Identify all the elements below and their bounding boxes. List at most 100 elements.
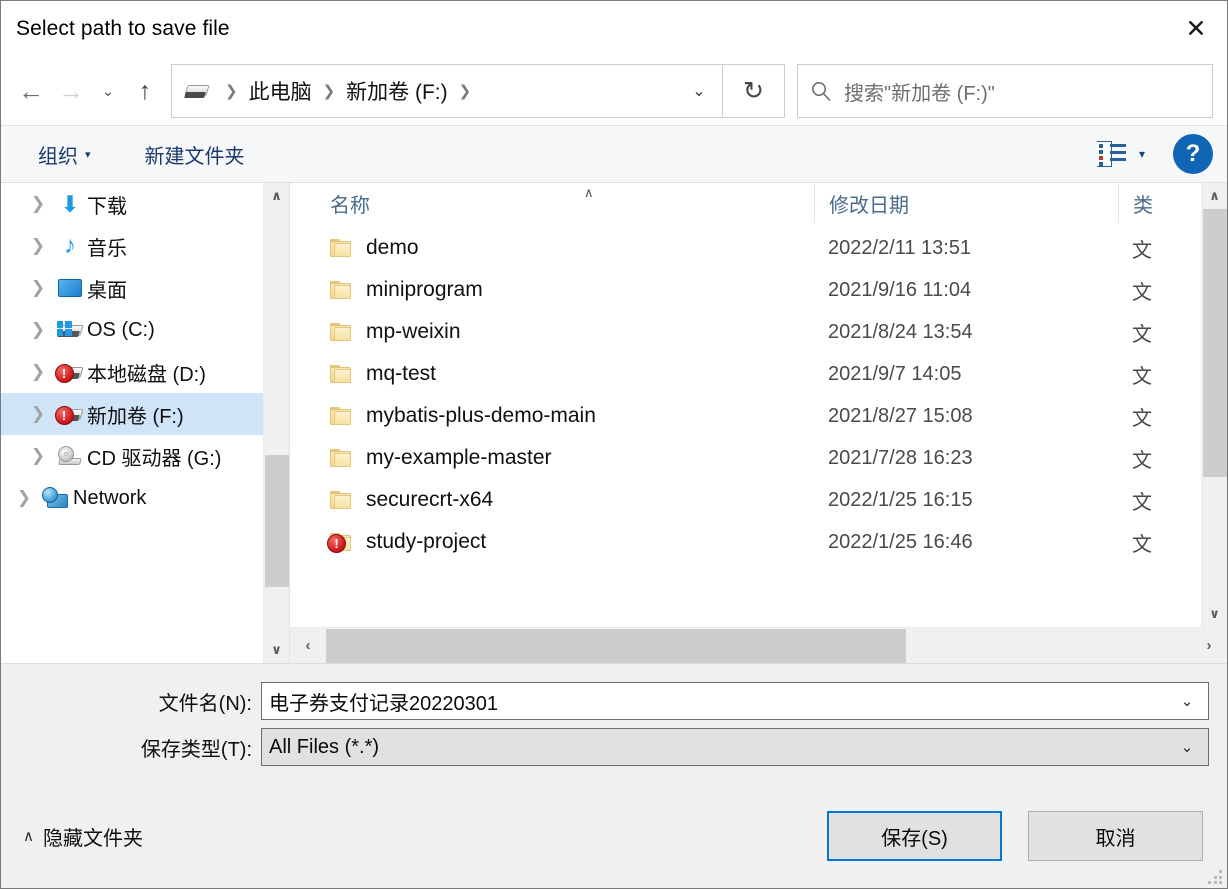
sidebar-scroll-thumb[interactable] (265, 455, 289, 587)
organize-button[interactable]: 组织 ▾ (29, 135, 100, 174)
scroll-left-button[interactable]: ‹ (290, 637, 326, 654)
breadcrumb-separator-2[interactable]: ❯ (450, 82, 481, 100)
folder-icon (330, 280, 352, 300)
table-row[interactable]: demo 2022/2/11 13:51 文 (290, 227, 1227, 269)
hide-folders-toggle[interactable]: ∧ 隐藏文件夹 (19, 817, 147, 856)
navigation-pane: ❯ ⬇ 下载 ❯ ♪ 音乐 ❯ 桌面 ❯ OS (C:) ❯ ! 本地磁盘 (D… (1, 183, 289, 663)
chevron-right-icon[interactable]: ❯ (23, 278, 53, 298)
filetype-select[interactable]: All Files (*.*) ⌄ (261, 728, 1209, 766)
chevron-right-icon[interactable]: ❯ (23, 236, 53, 256)
cancel-button[interactable]: 取消 (1028, 811, 1203, 861)
chevron-right-icon[interactable]: ❯ (23, 194, 53, 214)
chevron-left-icon: ‹ (305, 637, 311, 654)
chevron-down-icon: ∨ (1209, 606, 1220, 621)
sidebar-scrollbar[interactable]: ∧ ∨ (263, 183, 289, 663)
resize-grip[interactable] (1207, 869, 1222, 884)
help-button[interactable]: ? (1173, 134, 1213, 174)
folder-icon (330, 364, 352, 384)
file-scroll-track[interactable] (1202, 209, 1227, 601)
table-row[interactable]: mq-test 2021/9/7 14:05 文 (290, 353, 1227, 395)
sidebar-item-os-c[interactable]: ❯ OS (C:) (1, 309, 289, 351)
folder-warning-icon (327, 532, 352, 553)
scroll-down-button[interactable]: ∨ (1202, 601, 1227, 627)
column-header-name[interactable]: 名称 (290, 183, 814, 223)
table-row[interactable]: securecrt-x64 2022/1/25 16:15 文 (290, 479, 1227, 521)
close-button[interactable]: ✕ (1165, 1, 1227, 57)
chevron-down-icon: ∨ (271, 642, 282, 657)
back-button[interactable]: ← (11, 69, 51, 113)
refresh-button[interactable]: ↻ (723, 64, 785, 118)
windows-drive-icon (53, 317, 87, 343)
filetype-dropdown-button[interactable]: ⌄ (1166, 738, 1208, 756)
breadcrumb-item-0[interactable]: 此电脑 (247, 73, 314, 109)
forward-button[interactable]: → (51, 69, 91, 113)
sidebar-item-local-disk-d[interactable]: ❯ 本地磁盘 (D:) (1, 351, 289, 393)
scroll-down-button[interactable]: ∨ (264, 637, 289, 663)
save-button[interactable]: 保存(S) (827, 811, 1002, 861)
recent-locations-button[interactable]: ⌄ (91, 69, 125, 113)
chevron-up-icon: ∧ (1209, 188, 1220, 203)
change-view-button[interactable]: ▾ (1091, 137, 1151, 171)
filename-row: 文件名(N): 电子券支付记录20220301 ⌄ (19, 682, 1209, 720)
sidebar-item-downloads[interactable]: ❯ ⬇ 下载 (1, 183, 289, 225)
column-header-date-modified[interactable]: 修改日期 (814, 183, 1118, 223)
chevron-right-icon[interactable]: ❯ (23, 320, 53, 340)
file-date-cell: 2022/2/11 13:51 (828, 236, 972, 259)
chevron-right-icon[interactable]: ❯ (23, 362, 53, 382)
chevron-up-icon: ∧ (23, 827, 34, 845)
table-row[interactable]: miniprogram 2021/9/16 11:04 文 (290, 269, 1227, 311)
horizontal-scroll-thumb[interactable] (326, 629, 906, 663)
file-name-text: miniprogram (366, 278, 483, 301)
save-file-dialog: Select path to save file ✕ ← → ⌄ ↑ ❯ 此电脑… (0, 0, 1228, 889)
refresh-icon: ↻ (743, 76, 764, 105)
sidebar-item-label: 下载 (87, 195, 127, 218)
search-box[interactable]: 搜索"新加卷 (F:)" (797, 64, 1213, 118)
sidebar-item-music[interactable]: ❯ ♪ 音乐 (1, 225, 289, 267)
sidebar-item-new-volume-f[interactable]: ❯ 新加卷 (F:) (1, 393, 289, 435)
table-row[interactable]: mybatis-plus-demo-main 2021/8/27 15:08 文 (290, 395, 1227, 437)
chevron-right-icon[interactable]: ❯ (23, 446, 53, 466)
table-row[interactable]: study-project 2022/1/25 16:46 文 (290, 521, 1227, 563)
file-list-vertical-scrollbar[interactable]: ∧ ∨ (1201, 183, 1227, 627)
horizontal-scroll-track[interactable] (326, 628, 1191, 663)
close-icon: ✕ (1185, 14, 1207, 43)
chevron-up-icon: ∧ (271, 188, 282, 203)
file-scroll-thumb[interactable] (1203, 209, 1227, 477)
file-date-cell: 2022/1/25 16:15 (828, 488, 973, 511)
breadcrumb-separator-1[interactable]: ❯ (314, 82, 345, 100)
new-folder-button[interactable]: 新建文件夹 (136, 135, 254, 174)
file-name-text: my-example-master (366, 446, 552, 469)
filename-dropdown-button[interactable]: ⌄ (1166, 692, 1208, 710)
table-row[interactable]: my-example-master 2021/7/28 16:23 文 (290, 437, 1227, 479)
dialog-body: ❯ ⬇ 下载 ❯ ♪ 音乐 ❯ 桌面 ❯ OS (C:) ❯ ! 本地磁盘 (D… (1, 183, 1227, 664)
file-date-cell: 2021/7/28 16:23 (828, 446, 973, 469)
sidebar-item-cd-drive-g[interactable]: ❯ CD 驱动器 (G:) (1, 435, 289, 477)
filename-input[interactable]: 电子券支付记录20220301 ⌄ (261, 682, 1209, 720)
tree-list: ❯ ⬇ 下载 ❯ ♪ 音乐 ❯ 桌面 ❯ OS (C:) ❯ ! 本地磁盘 (D… (1, 183, 289, 519)
address-dropdown-button[interactable]: ⌄ (676, 65, 722, 117)
chevron-right-icon[interactable]: ❯ (23, 404, 53, 424)
table-row[interactable]: mp-weixin 2021/8/24 13:54 文 (290, 311, 1227, 353)
scroll-up-button[interactable]: ∧ (264, 183, 289, 209)
folder-icon (330, 448, 352, 468)
save-form: 文件名(N): 电子券支付记录20220301 ⌄ 保存类型(T): All F… (1, 664, 1227, 784)
breadcrumb: ❯ 此电脑 ❯ 新加卷 (F:) ❯ (172, 73, 676, 109)
address-bar[interactable]: ❯ 此电脑 ❯ 新加卷 (F:) ❯ ⌄ (171, 64, 723, 118)
sort-ascending-icon: ∧ (584, 185, 594, 200)
breadcrumb-separator-0[interactable]: ❯ (216, 82, 247, 100)
scroll-up-button[interactable]: ∧ (1202, 183, 1227, 209)
forward-arrow-icon: → (58, 76, 84, 106)
file-list-horizontal-scrollbar[interactable]: ‹ › (290, 627, 1227, 663)
chevron-down-icon: ⌄ (1180, 739, 1194, 756)
sidebar-scroll-track[interactable] (264, 209, 289, 637)
sidebar-item-network[interactable]: ❯ Network (1, 477, 289, 519)
desktop-icon (53, 275, 87, 301)
sidebar-item-desktop[interactable]: ❯ 桌面 (1, 267, 289, 309)
chevron-right-icon[interactable]: ❯ (9, 488, 39, 508)
column-header-row: 名称 修改日期 类 (290, 183, 1227, 227)
up-one-level-button[interactable]: ↑ (125, 69, 165, 113)
sidebar-item-label: 音乐 (87, 237, 127, 260)
file-date-cell: 2022/1/25 16:46 (828, 530, 973, 553)
breadcrumb-item-1[interactable]: 新加卷 (F:) (344, 73, 449, 109)
scroll-right-button[interactable]: › (1191, 637, 1227, 654)
